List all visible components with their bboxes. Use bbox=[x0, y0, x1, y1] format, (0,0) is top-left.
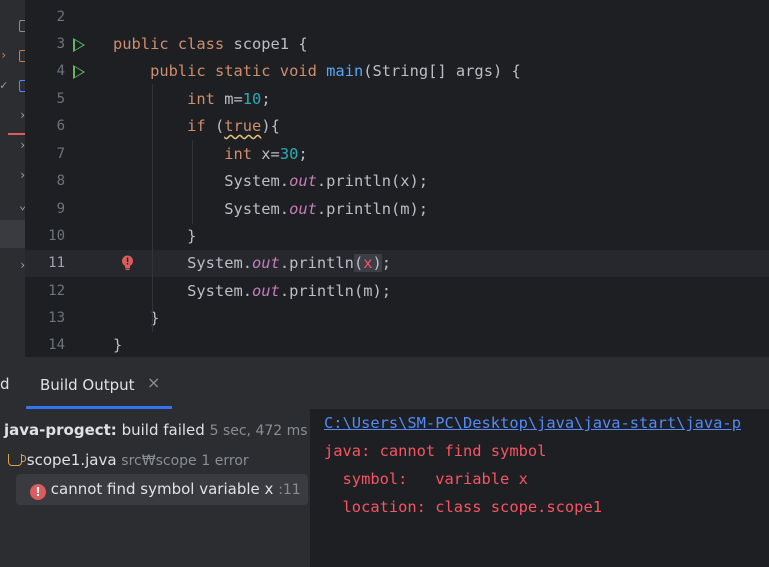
line-number: 6 bbox=[56, 118, 65, 134]
tool-window-tabbar: d Build Output × bbox=[0, 357, 769, 409]
line-number: 9 bbox=[56, 201, 65, 217]
code-line[interactable]: 13 } bbox=[25, 305, 769, 332]
error-row[interactable]: ! cannot find symbol variable x :11 bbox=[16, 474, 308, 505]
line-number: 3 bbox=[56, 36, 65, 52]
check-icon: ✓ bbox=[0, 78, 8, 92]
java-file-icon bbox=[8, 454, 26, 466]
error-marker bbox=[8, 133, 25, 135]
build-status-row[interactable]: java-progect: build failed 5 sec, 472 ms bbox=[4, 421, 314, 449]
code-text: System.out.println(m); bbox=[113, 282, 392, 300]
console-location: location: class scope.scope1 bbox=[324, 498, 602, 516]
code-text: int x=30; bbox=[224, 145, 308, 163]
code-line[interactable]: 2 bbox=[25, 4, 769, 31]
code-line[interactable]: 4 public static void main(String[] args)… bbox=[25, 58, 769, 85]
code-line-current[interactable]: 11 System.out.println(x); bbox=[25, 250, 769, 277]
run-icon[interactable] bbox=[73, 38, 85, 52]
console-error: java: cannot find symbol bbox=[324, 442, 547, 460]
error-icon: ! bbox=[30, 484, 46, 500]
line-number: 12 bbox=[48, 283, 65, 299]
code-text: public class scope1 { bbox=[113, 35, 308, 53]
tab-partial[interactable]: d bbox=[0, 375, 10, 393]
build-status: build failed bbox=[121, 421, 205, 439]
code-text: if (true){ bbox=[187, 117, 280, 135]
project-tool-strip: › ✓ › › › ⌄ › bbox=[0, 0, 25, 357]
code-text: int m=10; bbox=[187, 90, 271, 108]
code-line[interactable]: 5 int m=10; bbox=[25, 86, 769, 113]
error-row-content: ! cannot find symbol variable x :11 bbox=[30, 480, 310, 508]
error-line: :11 bbox=[278, 482, 301, 498]
console-symbol: symbol: variable x bbox=[324, 470, 528, 488]
console-path-link[interactable]: C:\Users\SM-PC\Desktop\java\java-start\j… bbox=[324, 414, 741, 432]
project-tree-selected-row[interactable] bbox=[0, 220, 25, 248]
code-text: System.out.println(x); bbox=[113, 254, 392, 272]
project-name: java-progect: bbox=[4, 421, 117, 439]
line-number: 14 bbox=[48, 337, 65, 353]
file-path: src₩scope bbox=[121, 453, 197, 469]
line-number: 11 bbox=[48, 255, 65, 271]
build-console[interactable]: C:\Users\SM-PC\Desktop\java\java-start\j… bbox=[310, 409, 769, 567]
line-number: 5 bbox=[56, 91, 65, 107]
code-line[interactable]: 14 } bbox=[25, 332, 769, 357]
code-text: System.out.println(x); bbox=[113, 172, 429, 190]
line-number: 13 bbox=[48, 310, 65, 326]
indent-guide bbox=[192, 140, 193, 224]
chevron-right-icon[interactable]: › bbox=[0, 48, 7, 62]
build-duration: 5 sec, 472 ms bbox=[209, 423, 308, 439]
code-line[interactable]: 12 System.out.println(m); bbox=[25, 278, 769, 305]
run-icon[interactable] bbox=[73, 65, 85, 79]
build-tree: java-progect: build failed 5 sec, 472 ms… bbox=[0, 409, 310, 567]
code-text: } bbox=[113, 336, 123, 354]
code-editor[interactable]: 2 3 public class scope1 { 4 public stati… bbox=[25, 0, 769, 357]
file-error-count: 1 error bbox=[201, 453, 249, 469]
code-text: System.out.println(m); bbox=[113, 200, 429, 218]
tab-label: Build Output bbox=[40, 376, 135, 394]
line-number: 10 bbox=[48, 228, 65, 244]
line-number: 8 bbox=[56, 173, 65, 189]
code-line[interactable]: 7 int x=30; bbox=[25, 141, 769, 168]
line-number: 2 bbox=[56, 9, 65, 25]
build-tool-window: d Build Output × java-progect: build fai… bbox=[0, 357, 769, 567]
code-text: public static void main(String[] args) { bbox=[150, 62, 521, 80]
code-line[interactable]: 6 if (true){ bbox=[25, 113, 769, 140]
close-icon[interactable]: × bbox=[147, 373, 160, 392]
error-message: cannot find symbol variable x bbox=[50, 480, 274, 498]
code-line[interactable]: 9 System.out.println(m); bbox=[25, 196, 769, 223]
code-line[interactable]: 10 } bbox=[25, 223, 769, 250]
indent-guide bbox=[152, 84, 153, 332]
code-line[interactable]: 3 public class scope1 { bbox=[25, 31, 769, 58]
file-name: scope1.java bbox=[26, 451, 117, 469]
code-text: } bbox=[113, 227, 197, 245]
code-line[interactable]: 8 System.out.println(x); bbox=[25, 168, 769, 195]
line-number: 7 bbox=[56, 146, 65, 162]
line-number: 4 bbox=[56, 63, 65, 79]
